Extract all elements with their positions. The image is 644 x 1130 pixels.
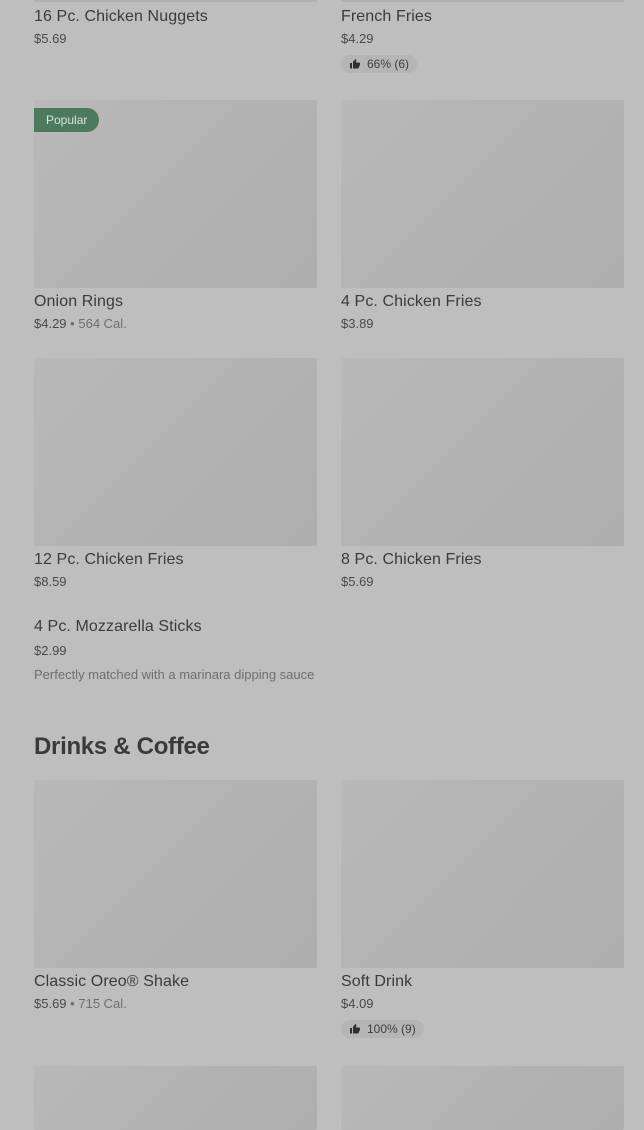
- item-name: 16 Pc. Chicken Nuggets: [34, 8, 208, 25]
- item-image[interactable]: [341, 780, 624, 968]
- menu-item-12pc-chicken-fries[interactable]: 12 Pc. Chicken Fries $8.59: [34, 358, 317, 590]
- separator-dot: •: [70, 996, 75, 1011]
- rating-pill: 100% (9): [341, 1020, 424, 1038]
- item-image[interactable]: [341, 100, 624, 288]
- item-price: $2.99: [34, 643, 67, 658]
- separator-dot: •: [70, 316, 75, 331]
- item-calories: 715 Cal.: [78, 996, 127, 1011]
- menu-item-image-partial-left[interactable]: [34, 1066, 317, 1130]
- menu-item-16pc-nuggets[interactable]: 16 Pc. Chicken Nuggets $5.69: [34, 3, 317, 47]
- menu-item-image-partial-right[interactable]: [341, 1066, 624, 1130]
- item-price: $5.69: [341, 574, 374, 589]
- menu-item-4pc-chicken-fries[interactable]: 4 Pc. Chicken Fries $3.89: [341, 100, 624, 332]
- item-image[interactable]: [34, 1066, 317, 1130]
- item-name: 4 Pc. Chicken Fries: [341, 293, 482, 310]
- item-image[interactable]: Popular: [34, 100, 317, 288]
- thumbs-up-icon: [350, 59, 360, 69]
- rating-pill: 66% (6): [341, 55, 418, 73]
- menu-item-8pc-chicken-fries[interactable]: 8 Pc. Chicken Fries $5.69: [341, 358, 624, 590]
- popular-badge: Popular: [34, 108, 100, 132]
- item-name: French Fries: [341, 8, 432, 25]
- image-edge-top-right: [341, 0, 624, 2]
- item-name: Onion Rings: [34, 293, 124, 310]
- image-edge-top-left: [34, 0, 317, 2]
- item-name: Classic Oreo® Shake: [34, 973, 190, 990]
- item-price-line: $4.29 • 564 Cal.: [34, 316, 317, 332]
- item-price: $5.69: [34, 31, 67, 46]
- menu-item-onion-rings[interactable]: Popular Onion Rings $4.29 • 564 Cal.: [34, 100, 317, 332]
- rating-text: 100% (9): [367, 1022, 416, 1036]
- item-name: Soft Drink: [341, 973, 413, 990]
- menu-item-oreo-shake[interactable]: Classic Oreo® Shake $5.69 • 715 Cal.: [34, 780, 317, 1012]
- menu-item-french-fries[interactable]: French Fries $4.29 66% (6): [341, 3, 624, 75]
- item-price: $4.09: [341, 996, 374, 1011]
- item-price: $3.89: [341, 316, 374, 331]
- item-image[interactable]: [34, 780, 317, 968]
- item-name: 4 Pc. Mozzarella Sticks: [34, 618, 202, 635]
- menu-item-soft-drink[interactable]: Soft Drink $4.09 100% (9): [341, 780, 624, 1040]
- item-image[interactable]: [341, 358, 624, 546]
- item-price: $8.59: [34, 574, 67, 589]
- item-description: Perfectly matched with a marinara dippin…: [34, 667, 315, 682]
- menu-item-mozzarella-sticks[interactable]: 4 Pc. Mozzarella Sticks $2.99 Perfectly …: [34, 613, 434, 682]
- item-price-line: $5.69 • 715 Cal.: [34, 996, 317, 1012]
- item-price: $4.29: [34, 316, 67, 331]
- item-name: 12 Pc. Chicken Fries: [34, 551, 184, 568]
- section-title-drinks: Drinks & Coffee: [34, 733, 210, 760]
- item-image[interactable]: [341, 1066, 624, 1130]
- item-name: 8 Pc. Chicken Fries: [341, 551, 482, 568]
- rating-text: 66% (6): [367, 57, 410, 71]
- item-calories: 564 Cal.: [78, 316, 127, 331]
- item-price: $5.69: [34, 996, 67, 1011]
- thumbs-up-icon: [350, 1024, 360, 1034]
- item-image[interactable]: [34, 358, 317, 546]
- item-price: $4.29: [341, 31, 374, 46]
